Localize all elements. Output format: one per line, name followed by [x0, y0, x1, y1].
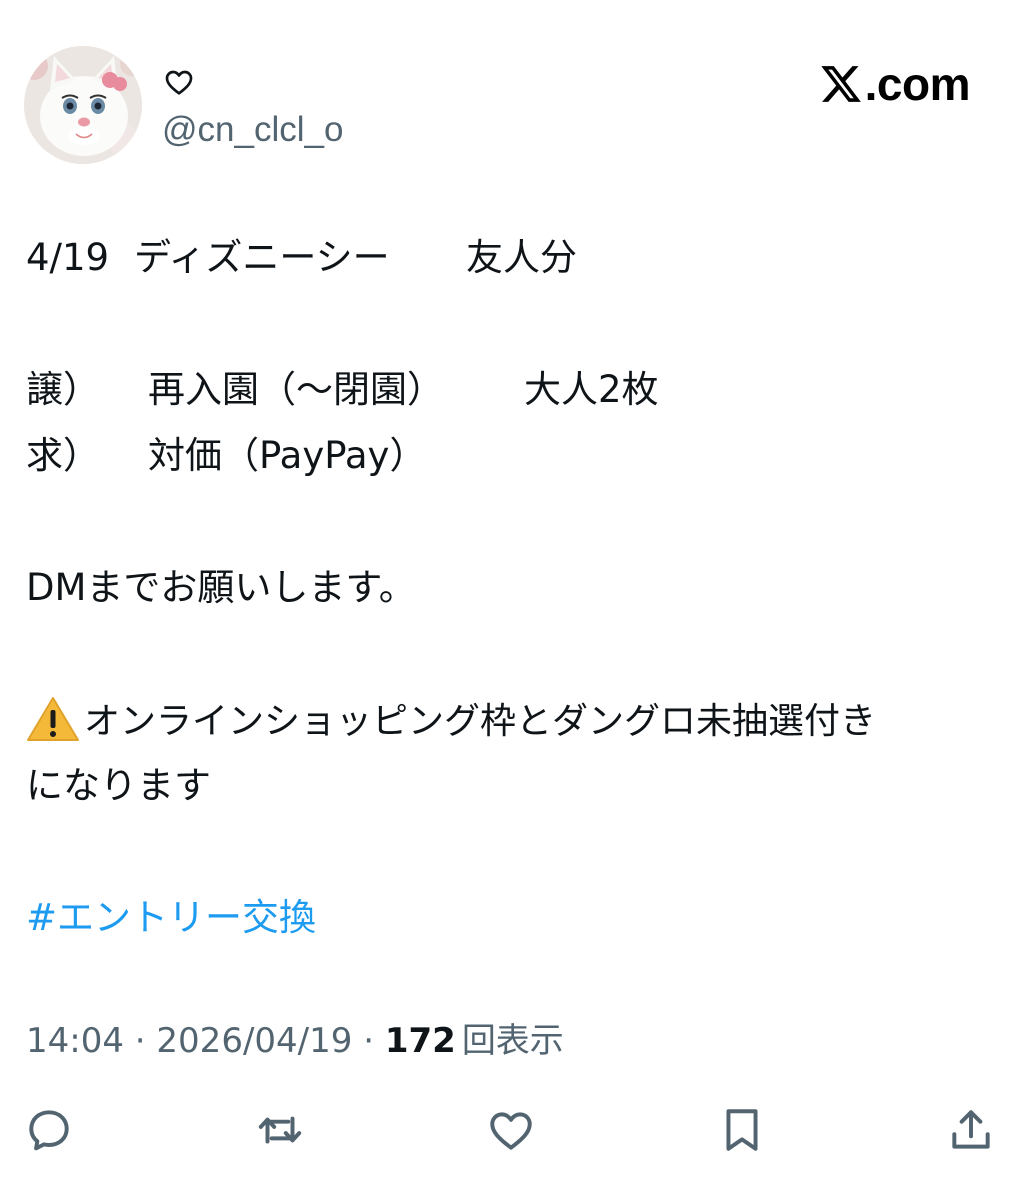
brand-text: .com	[864, 58, 971, 110]
want-item: 対価（PayPay）	[148, 434, 427, 477]
heart-icon	[165, 70, 193, 95]
post-date-stamp[interactable]: 2026/04/19	[156, 1021, 352, 1061]
post-line-note: オンラインショッピング枠とダングロ未抽選付き	[26, 696, 876, 746]
bookmark-icon	[726, 1109, 758, 1151]
brand: .com	[819, 56, 971, 112]
views-count: 172	[384, 1021, 456, 1061]
share-icon	[952, 1110, 990, 1149]
like-icon	[490, 1112, 532, 1150]
offer-count: 大人2枚	[524, 368, 659, 411]
post-date: 4/19	[26, 236, 110, 279]
note-line-2: になります	[26, 764, 211, 807]
meta-separator: ·	[123, 1021, 157, 1061]
want-label: 求）	[26, 434, 100, 477]
reply-icon	[29, 1110, 69, 1151]
warning-icon	[27, 697, 79, 741]
reply-button[interactable]	[22, 1103, 76, 1157]
offer-item: 再入園（〜閉園）	[148, 368, 444, 411]
bookmark-button[interactable]	[715, 1103, 769, 1157]
post-park: ディズニーシー	[134, 236, 390, 279]
x-logo-icon	[820, 66, 861, 102]
avatar[interactable]	[24, 46, 142, 164]
post-who: 友人分	[466, 236, 577, 279]
repost-button[interactable]	[253, 1103, 307, 1157]
hashtag-link[interactable]: #エントリー交換	[26, 894, 316, 942]
note-line-1: オンラインショッピング枠とダングロ未抽選付き	[84, 701, 877, 742]
post-time[interactable]: 14:04	[26, 1021, 124, 1061]
like-button[interactable]	[484, 1103, 538, 1157]
white-cat-avatar-image	[24, 46, 142, 164]
post-meta: 14:04 · 2026/04/19 · 172 回表示	[26, 1018, 564, 1064]
meta-separator: ·	[352, 1021, 385, 1061]
offer-label: 譲）	[26, 368, 100, 411]
share-button[interactable]	[944, 1103, 998, 1157]
post-line-dm: DMまでお願いします。	[26, 566, 416, 609]
views-label: 回表示	[461, 1021, 564, 1061]
user-handle[interactable]: @cn_clcl_o	[162, 108, 343, 152]
repost-icon	[258, 1116, 302, 1144]
